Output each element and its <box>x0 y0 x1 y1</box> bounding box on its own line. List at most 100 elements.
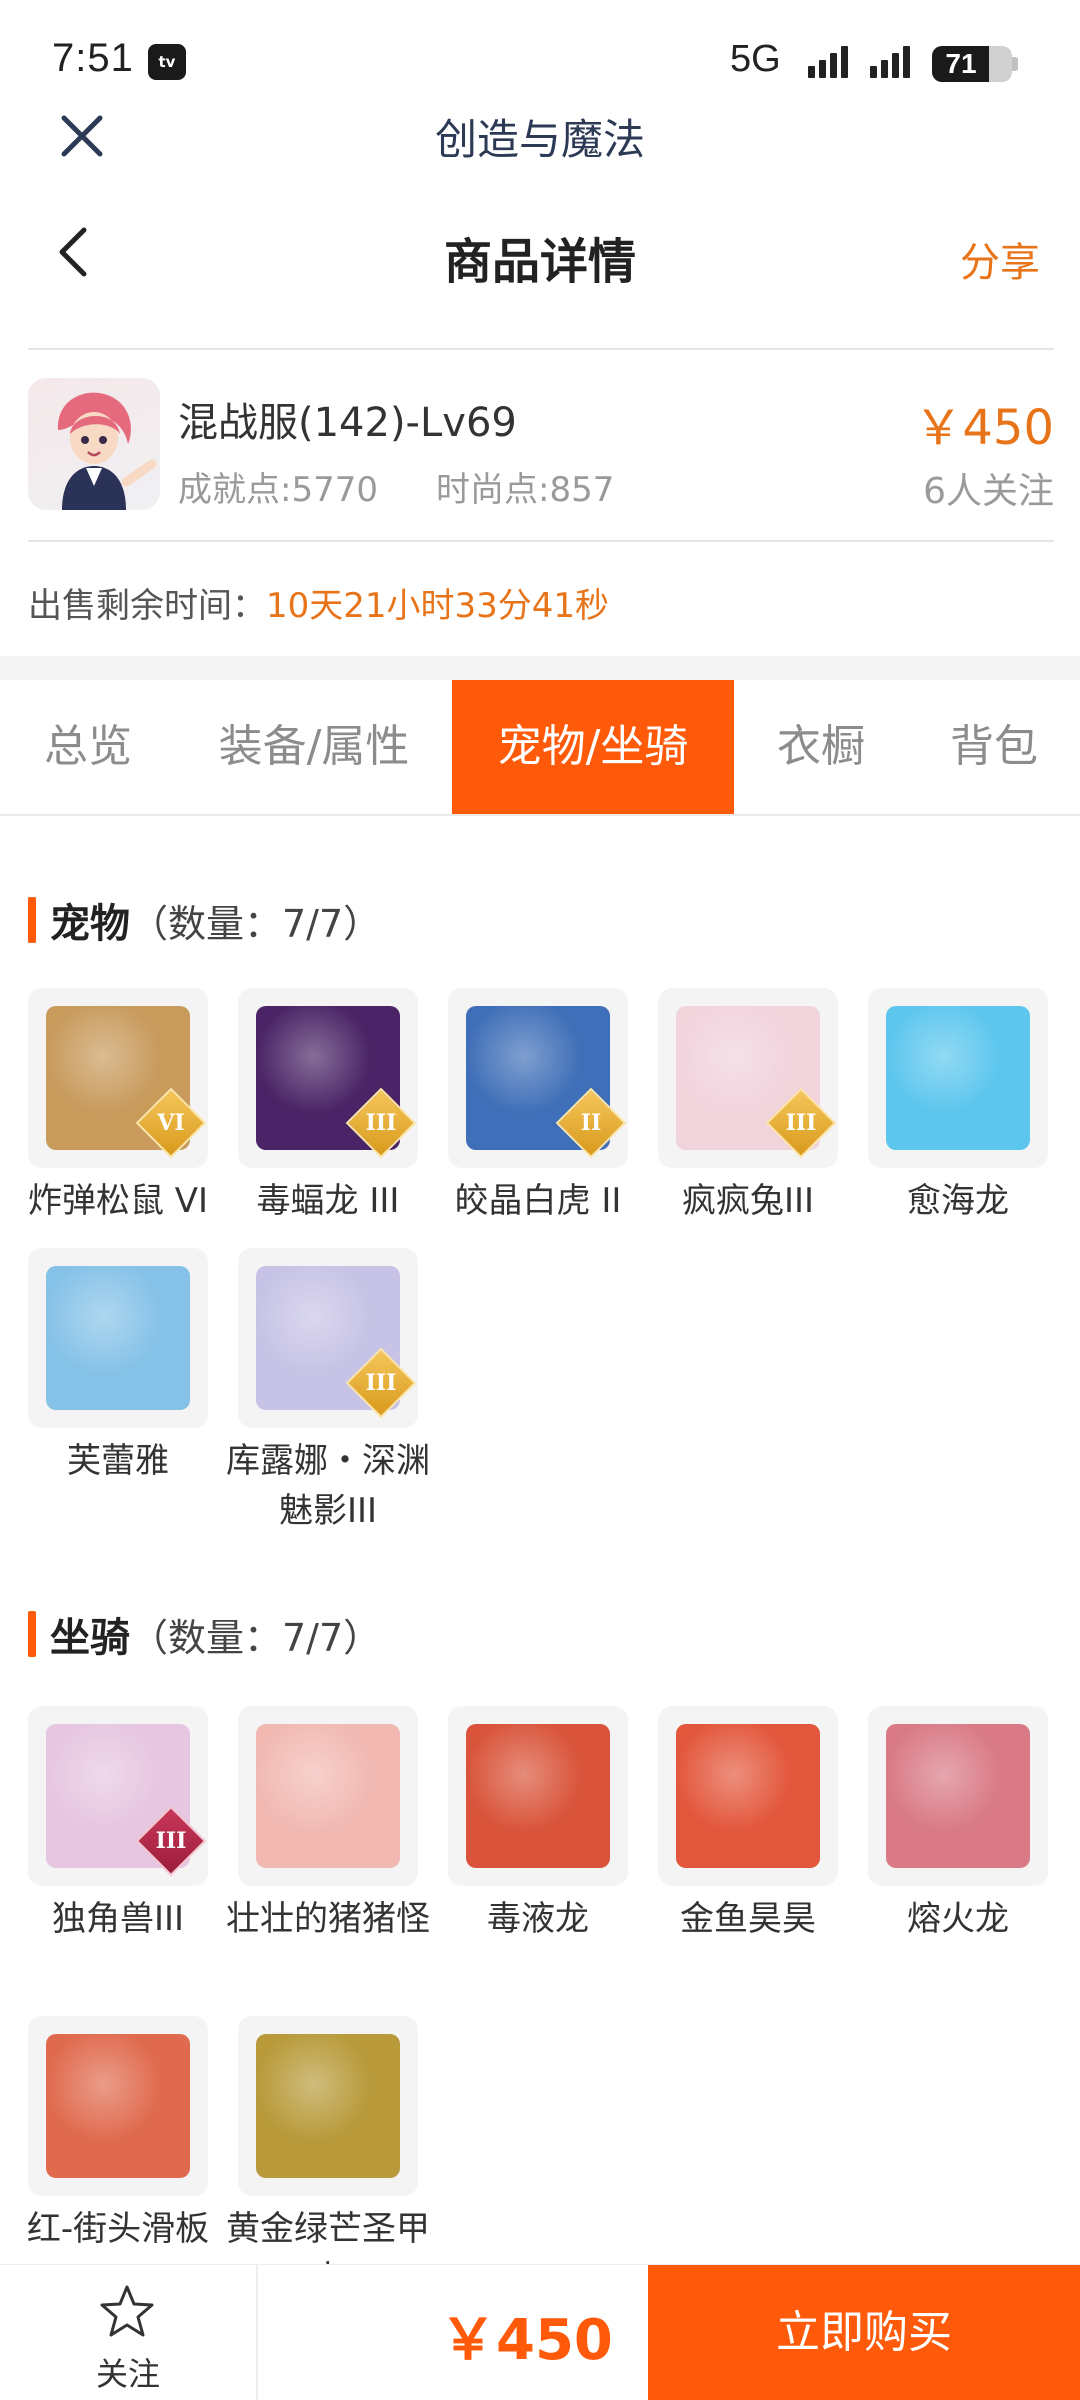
mounts-count: （数量：7/7） <box>130 1615 382 1660</box>
mount-name: 红-街头滑板 <box>26 2209 210 2249</box>
grade-badge-label: VI <box>157 1110 185 1136</box>
page-title: 商品详情 <box>443 234 636 290</box>
section-accent-bar <box>28 1611 36 1657</box>
bottom-action-bar: 关注 ￥450 立即购买 <box>0 2264 1080 2400</box>
mount-image <box>256 2034 400 2178</box>
account-stats: 成就点:5770 时尚点:857 <box>178 462 614 511</box>
mounts-title: 坐骑 <box>50 1615 130 1661</box>
pets-section-header: 宠物 （数量：7/7） <box>28 892 381 948</box>
fashion-points: 时尚点:857 <box>435 470 615 510</box>
nav-bar: 商品详情 分享 <box>0 200 1080 310</box>
tab-pets-mounts[interactable]: 宠物/坐骑 <box>452 680 734 814</box>
grade-badge-label: III <box>365 1370 397 1396</box>
account-name: 混战服(142)-Lv69 <box>178 400 517 446</box>
mount-item[interactable]: 熔火龙 <box>868 1706 1048 1944</box>
mount-item[interactable]: 红-街头滑板 <box>27 2016 209 2254</box>
pet-thumbnail: III <box>238 988 418 1168</box>
signal-strength-icon <box>808 44 848 78</box>
pet-item[interactable]: II 皎晶白虎 II <box>448 988 628 1226</box>
mount-item[interactable]: 黄金绿芒圣甲虫 <box>226 2016 430 2304</box>
follower-count: 6人关注 <box>923 471 1054 512</box>
mount-image <box>886 1724 1030 1868</box>
divider <box>28 348 1054 350</box>
mount-name: 熔火龙 <box>907 1899 1009 1939</box>
pet-item[interactable]: VI 炸弹松鼠 VI <box>28 988 208 1226</box>
signal-strength-icon <box>870 44 910 78</box>
mount-item[interactable]: 壮壮的猪猪怪 <box>226 1706 430 1944</box>
mounts-section-header: 坐骑 （数量：7/7） <box>28 1606 381 1662</box>
pet-item[interactable]: III 疯疯兔III <box>658 988 838 1226</box>
pet-item[interactable]: 愈海龙 <box>868 988 1048 1226</box>
mount-thumbnail <box>868 1706 1048 1886</box>
sale-time-label: 出售剩余时间： <box>28 586 266 626</box>
mount-item[interactable]: 金鱼昊昊 <box>658 1706 838 1944</box>
share-button[interactable]: 分享 <box>960 230 1040 288</box>
pet-thumbnail: III <box>658 988 838 1168</box>
status-time: 7:51 <box>52 36 134 80</box>
grade-badge-label: II <box>580 1110 602 1136</box>
pet-thumbnail: II <box>448 988 628 1168</box>
pet-thumbnail: III <box>238 1248 418 1428</box>
pet-item[interactable]: III 毒蝠龙 III <box>238 988 418 1226</box>
grade-badge-label: III <box>785 1110 817 1136</box>
mount-thumbnail <box>658 1706 838 1886</box>
tv-app-icon: tv <box>148 44 186 80</box>
battery-icon: 71 <box>932 46 1012 82</box>
pet-name: 库露娜・深渊魅影III <box>226 1441 430 1531</box>
pet-item[interactable]: 芙蕾雅 <box>28 1248 208 1486</box>
bottom-price: ￥450 <box>440 2308 613 2373</box>
mount-name: 壮壮的猪猪怪 <box>226 1899 430 1939</box>
mount-name: 独角兽III <box>51 1899 185 1939</box>
section-separator <box>0 656 1080 680</box>
account-avatar <box>28 378 160 510</box>
account-price: ￥450 <box>914 400 1054 456</box>
pet-name: 芙蕾雅 <box>67 1441 169 1481</box>
mount-item[interactable]: 毒液龙 <box>448 1706 628 1944</box>
pet-name: 愈海龙 <box>907 1181 1009 1221</box>
network-type: 5G <box>730 38 781 80</box>
buy-now-button[interactable]: 立即购买 <box>648 2265 1080 2400</box>
mount-thumbnail <box>238 1706 418 1886</box>
detail-tabs: 总览 装备/属性 宠物/坐骑 衣橱 背包 <box>0 680 1080 816</box>
mount-thumbnail: III <box>28 1706 208 1886</box>
pet-image <box>46 1266 190 1410</box>
mount-image <box>466 1724 610 1868</box>
pet-name: 疯疯兔III <box>681 1181 815 1221</box>
star-icon <box>100 2285 154 2337</box>
grade-badge-label: III <box>365 1110 397 1136</box>
pets-title: 宠物 <box>50 901 130 947</box>
battery-percent: 71 <box>945 48 977 79</box>
achievement-points: 成就点:5770 <box>178 470 378 510</box>
battery-tip <box>1012 57 1018 71</box>
pet-thumbnail: VI <box>28 988 208 1168</box>
pet-image <box>886 1006 1030 1150</box>
tab-equipment[interactable]: 装备/属性 <box>176 680 452 814</box>
mount-image <box>46 2034 190 2178</box>
section-accent-bar <box>28 897 36 943</box>
follow-button[interactable]: 关注 <box>0 2265 256 2400</box>
pet-name: 炸弹松鼠 VI <box>27 1181 209 1221</box>
mount-image <box>676 1724 820 1868</box>
pet-name: 皎晶白虎 II <box>454 1181 622 1221</box>
divider <box>256 2265 258 2400</box>
mount-image <box>256 1724 400 1868</box>
tab-backpack[interactable]: 背包 <box>908 680 1080 814</box>
mount-thumbnail <box>28 2016 208 2196</box>
app-bar: 创造与魔法 <box>0 90 1080 180</box>
mount-name: 毒液龙 <box>487 1899 589 1939</box>
grade-badge-label: III <box>155 1828 187 1854</box>
pet-thumbnail <box>28 1248 208 1428</box>
mount-item[interactable]: III 独角兽III <box>28 1706 208 1944</box>
follow-label: 关注 <box>95 2355 160 2393</box>
sale-remaining-time: 出售剩余时间：10天21小时33分41秒 <box>28 578 609 627</box>
pet-thumbnail <box>868 988 1048 1168</box>
mount-thumbnail <box>238 2016 418 2196</box>
mount-thumbnail <box>448 1706 628 1886</box>
pets-count: （数量：7/7） <box>130 901 382 946</box>
tab-wardrobe[interactable]: 衣橱 <box>734 680 908 814</box>
mount-name: 金鱼昊昊 <box>680 1899 816 1939</box>
pet-item[interactable]: III 库露娜・深渊魅影III <box>226 1248 430 1536</box>
app-title: 创造与魔法 <box>434 115 645 164</box>
sale-countdown: 10天21小时33分41秒 <box>266 586 610 626</box>
tab-overview[interactable]: 总览 <box>0 680 176 814</box>
